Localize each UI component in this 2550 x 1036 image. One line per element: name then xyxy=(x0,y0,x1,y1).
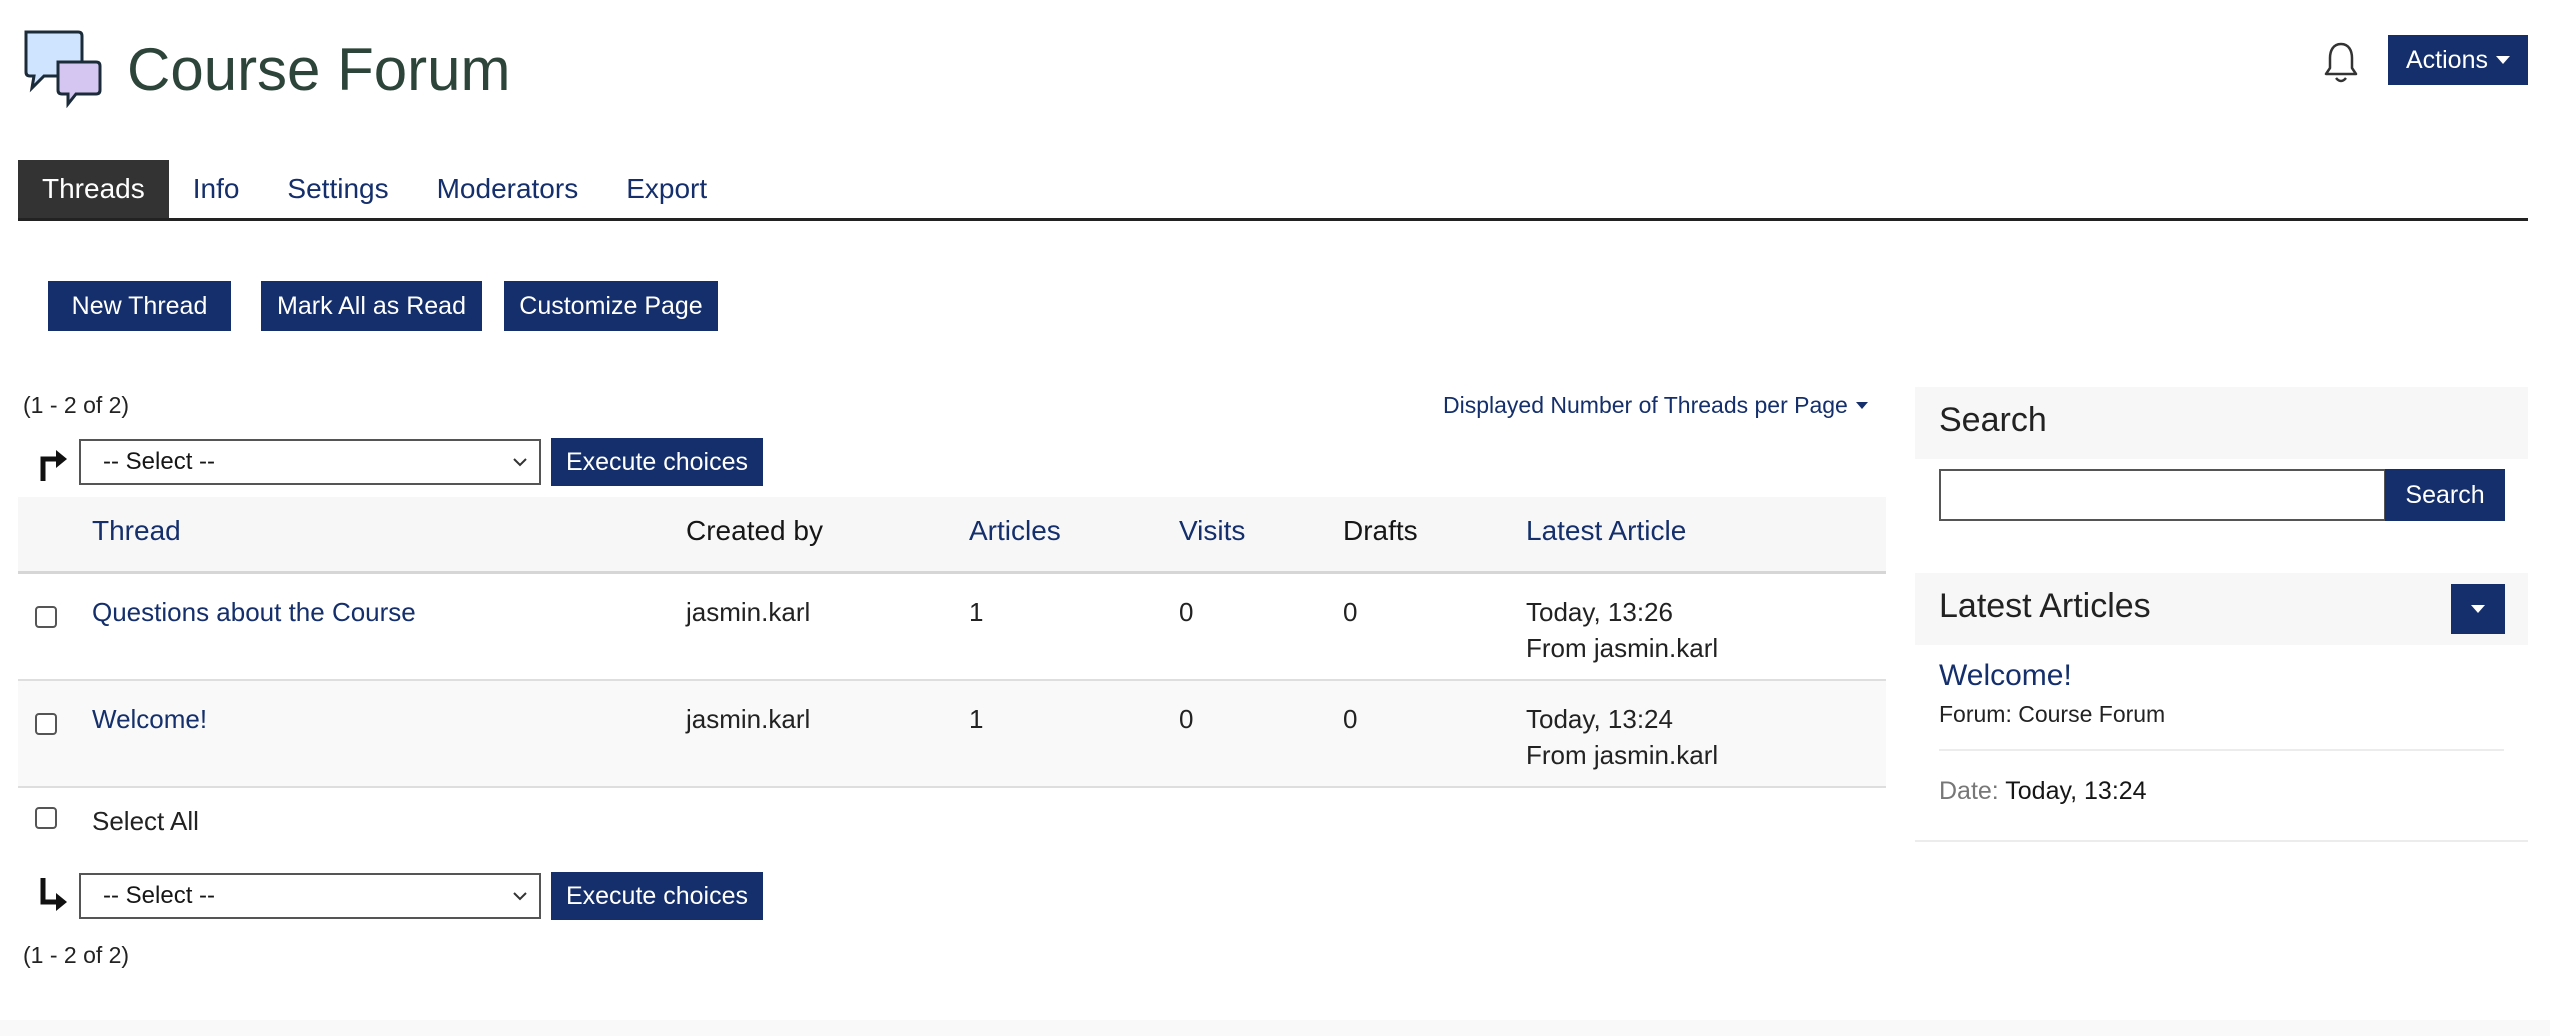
latest-articles-header: Latest Articles xyxy=(1915,573,2528,645)
customize-page-button[interactable]: Customize Page xyxy=(504,281,718,331)
tab-moderators[interactable]: Moderators xyxy=(413,160,603,218)
articles-count: 1 xyxy=(969,704,984,734)
latest-article-title-link[interactable]: Welcome! xyxy=(1939,659,2072,693)
latest-article-item: Welcome! Forum: Course Forum Date: Today… xyxy=(1915,645,2528,842)
paging-count-bottom: (1 - 2 of 2) xyxy=(23,942,130,968)
latest-article: Today, 13:26 From jasmin.karl xyxy=(1526,594,1718,666)
created-by: jasmin.karl xyxy=(686,704,811,734)
threads-per-page-label: Displayed Number of Threads per Page xyxy=(1443,392,1848,418)
visits-count: 0 xyxy=(1179,704,1194,734)
row-checkbox[interactable] xyxy=(35,606,57,628)
page: Course Forum Actions Threads Info Settin… xyxy=(0,0,2550,1036)
search-panel-header: Search xyxy=(1915,387,2528,459)
table-header: Thread Created by Articles Visits Drafts… xyxy=(18,497,1886,574)
latest-article-author: From jasmin.karl xyxy=(1526,740,1719,770)
latest-articles-title: Latest Articles xyxy=(1939,587,2151,625)
created-by: jasmin.karl xyxy=(686,597,811,627)
latest-article-date: Date: Today, 13:24 xyxy=(1939,777,2147,806)
latest-article-time: Today, 13:24 xyxy=(1526,704,1673,734)
bulk-action-select-top[interactable]: -- Select -- xyxy=(79,439,541,485)
caret-down-icon xyxy=(2495,56,2510,64)
chevron-down-icon xyxy=(513,892,527,901)
select-all-label[interactable]: Select All xyxy=(92,806,199,837)
latest-article-forum: Forum: Course Forum xyxy=(1939,701,2166,727)
threads-per-page-dropdown[interactable]: Displayed Number of Threads per Page xyxy=(1443,392,1868,419)
date-value: Today, 13:24 xyxy=(2005,777,2147,805)
drafts-count: 0 xyxy=(1343,704,1358,734)
execute-choices-button-bottom[interactable]: Execute choices xyxy=(551,872,763,920)
actions-button[interactable]: Actions xyxy=(2388,35,2528,85)
tab-settings[interactable]: Settings xyxy=(263,160,412,218)
thread-title-link[interactable]: Questions about the Course xyxy=(92,594,416,630)
new-thread-button[interactable]: New Thread xyxy=(48,281,231,331)
tab-info[interactable]: Info xyxy=(169,160,264,218)
column-latest-article[interactable]: Latest Article xyxy=(1526,515,1686,547)
speech-bubbles-icon xyxy=(24,30,102,108)
search-button[interactable]: Search xyxy=(2385,469,2505,521)
actions-label: Actions xyxy=(2406,45,2488,74)
date-label: Date: xyxy=(1939,777,1999,805)
column-visits[interactable]: Visits xyxy=(1179,515,1245,547)
tab-threads[interactable]: Threads xyxy=(18,160,169,218)
latest-article-author: From jasmin.karl xyxy=(1526,633,1719,663)
latest-article-time: Today, 13:26 xyxy=(1526,597,1673,627)
tab-bar: Threads Info Settings Moderators Export xyxy=(18,160,2528,221)
select-all-checkbox[interactable] xyxy=(35,807,57,829)
chevron-down-icon xyxy=(513,458,527,467)
latest-articles-toggle-button[interactable] xyxy=(2451,584,2505,634)
bulk-action-select-bottom[interactable]: -- Select -- xyxy=(79,873,541,919)
arrow-turn-right-icon xyxy=(40,450,67,481)
footer-band xyxy=(0,1020,2550,1036)
table-row: Questions about the Course jasmin.karl 1… xyxy=(18,574,1886,681)
visits-count: 0 xyxy=(1179,597,1194,627)
page-title: Course Forum xyxy=(127,36,511,103)
thread-title-link[interactable]: Welcome! xyxy=(92,701,207,737)
bell-icon[interactable] xyxy=(2322,40,2360,86)
table-row: Welcome! jasmin.karl 1 0 0 Today, 13:24 … xyxy=(18,681,1886,788)
row-checkbox[interactable] xyxy=(35,713,57,735)
tab-export[interactable]: Export xyxy=(602,160,731,218)
caret-down-icon xyxy=(2471,605,2485,613)
arrow-turn-right-down-icon xyxy=(40,878,67,911)
column-thread[interactable]: Thread xyxy=(92,515,181,547)
mark-all-read-button[interactable]: Mark All as Read xyxy=(261,281,482,331)
select-value: -- Select -- xyxy=(103,448,216,475)
select-value: -- Select -- xyxy=(103,882,216,909)
threads-table: Thread Created by Articles Visits Drafts… xyxy=(18,497,1886,788)
search-input[interactable] xyxy=(1939,469,2386,521)
execute-choices-button-top[interactable]: Execute choices xyxy=(551,438,763,486)
column-articles[interactable]: Articles xyxy=(969,515,1061,547)
articles-count: 1 xyxy=(969,597,984,627)
search-panel-title: Search xyxy=(1939,401,2047,439)
drafts-count: 0 xyxy=(1343,597,1358,627)
column-created-by: Created by xyxy=(686,515,823,546)
latest-article: Today, 13:24 From jasmin.karl xyxy=(1526,701,1718,773)
caret-down-icon xyxy=(1855,402,1868,409)
column-drafts: Drafts xyxy=(1343,515,1418,546)
paging-count-top: (1 - 2 of 2) xyxy=(23,392,130,418)
divider xyxy=(1939,749,2504,751)
